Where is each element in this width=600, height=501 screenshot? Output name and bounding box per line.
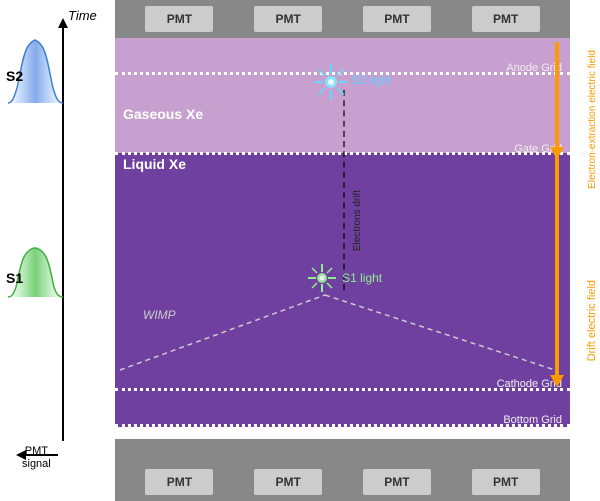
s1-light-label: S1 light <box>342 271 382 285</box>
top-pmt-1: PMT <box>144 5 214 33</box>
electrons-drift-label: Electrons drift <box>352 190 363 251</box>
s1-label: S1 <box>6 270 23 286</box>
extraction-field-label-outer: Electron-extraction electric field <box>587 50 598 189</box>
bottom-pmt-3: PMT <box>362 468 432 496</box>
bottom-pmt-support <box>115 439 570 463</box>
s2-light-starburst: S2 light <box>315 60 391 100</box>
bottom-dots <box>115 424 570 427</box>
bottom-grid-line <box>115 424 570 426</box>
gaseous-xe-label: Gaseous Xe <box>123 106 203 122</box>
top-pmt-4: PMT <box>471 5 541 33</box>
time-label: Time <box>68 8 97 23</box>
s1-light-starburst: S1 light <box>306 262 382 294</box>
liquid-xe-label: Liquid Xe <box>123 156 186 172</box>
time-arrow-icon <box>58 18 68 28</box>
top-pmt-2: PMT <box>253 5 323 33</box>
left-panel: Time S2 <box>0 0 115 501</box>
s2-label: S2 <box>6 68 23 84</box>
bottom-pmt-2: PMT <box>253 468 323 496</box>
drift-field-label-outer: Drift electric field <box>586 280 598 361</box>
drift-field-arrow <box>550 155 564 387</box>
pmt-signal-label: PMT signal <box>22 445 51 471</box>
bottom-pmt-1: PMT <box>144 468 214 496</box>
main-container: Time S2 <box>0 0 600 501</box>
extraction-field-arrow <box>550 42 564 159</box>
wimp-label: WIMP <box>143 308 176 322</box>
bottom-grid-label: Bottom Grid <box>503 414 562 426</box>
s2-light-label: S2 light <box>351 73 391 87</box>
detector-diagram: PMT PMT PMT PMT Anode Grid Gate Grid <box>115 0 570 501</box>
electron-drift-path <box>343 90 345 290</box>
top-pmt-3: PMT <box>362 5 432 33</box>
bottom-pmt-row: PMT PMT PMT PMT <box>115 463 570 501</box>
top-pmt-row: PMT PMT PMT PMT <box>115 0 570 38</box>
bottom-pmt-4: PMT <box>471 468 541 496</box>
